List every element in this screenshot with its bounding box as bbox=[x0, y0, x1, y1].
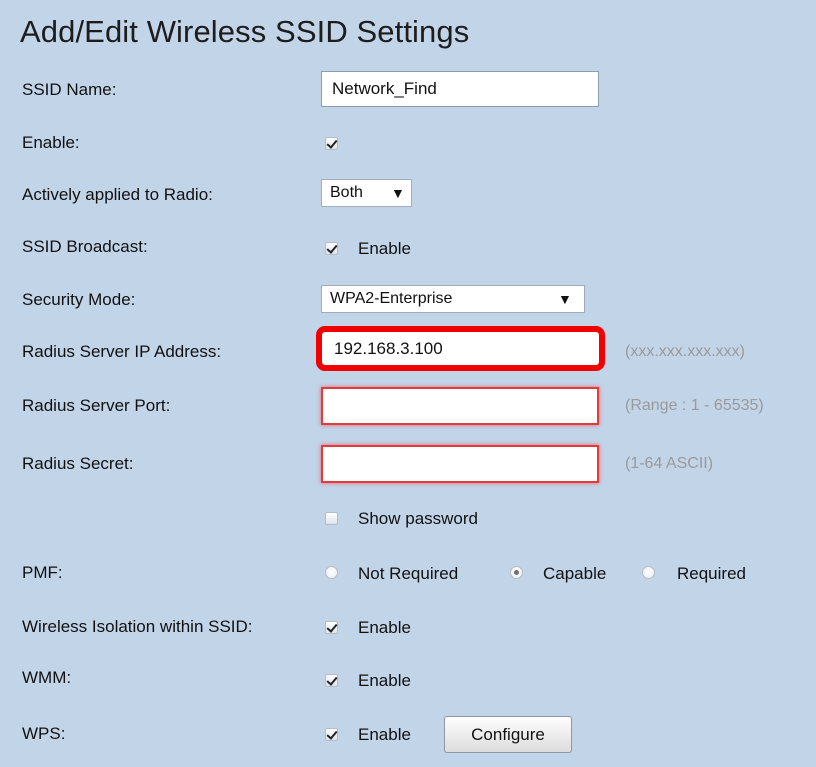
chevron-down-icon: ▼ bbox=[558, 291, 572, 307]
pmf-not-required-label: Not Required bbox=[358, 564, 459, 583]
radius-secret-hint: (1-64 ASCII) bbox=[625, 455, 714, 472]
pmf-label: PMF: bbox=[22, 563, 63, 582]
radius-ip-input[interactable] bbox=[316, 326, 605, 371]
ssid-broadcast-option-label: Enable bbox=[358, 239, 411, 258]
radius-port-hint: (Range : 1 - 65535) bbox=[625, 397, 764, 414]
wps-checkbox[interactable] bbox=[325, 728, 338, 741]
show-password-checkbox[interactable] bbox=[325, 512, 338, 525]
enable-checkbox[interactable] bbox=[325, 137, 338, 150]
radius-ip-label: Radius Server IP Address: bbox=[22, 342, 222, 361]
wireless-isolation-checkbox[interactable] bbox=[325, 621, 338, 634]
wmm-checkbox[interactable] bbox=[325, 674, 338, 687]
radius-secret-label: Radius Secret: bbox=[22, 454, 134, 473]
pmf-required-radio[interactable] bbox=[642, 566, 655, 579]
pmf-capable-radio[interactable] bbox=[510, 566, 523, 579]
radio-label: Actively applied to Radio: bbox=[22, 185, 213, 204]
chevron-down-icon: ▼ bbox=[391, 185, 405, 201]
wireless-ssid-settings-panel: Add/Edit Wireless SSID Settings SSID Nam… bbox=[0, 0, 816, 767]
ssid-broadcast-label: SSID Broadcast: bbox=[22, 237, 148, 256]
pmf-not-required-radio[interactable] bbox=[325, 566, 338, 579]
wps-label: WPS: bbox=[22, 724, 66, 743]
pmf-capable-label: Capable bbox=[543, 564, 607, 583]
ssid-name-input[interactable] bbox=[321, 71, 599, 107]
radius-secret-input[interactable] bbox=[321, 445, 599, 483]
security-mode-label: Security Mode: bbox=[22, 290, 136, 309]
radio-select-value: Both bbox=[330, 184, 363, 201]
radius-ip-hint: (xxx.xxx.xxx.xxx) bbox=[625, 343, 745, 360]
pmf-required-label: Required bbox=[677, 564, 746, 583]
wireless-isolation-option-label: Enable bbox=[358, 618, 411, 637]
radio-select[interactable]: Both ▼ bbox=[321, 179, 412, 207]
configure-button[interactable]: Configure bbox=[444, 716, 572, 753]
enable-label: Enable: bbox=[22, 133, 80, 152]
ssid-name-label: SSID Name: bbox=[22, 80, 117, 99]
wireless-isolation-label: Wireless Isolation within SSID: bbox=[22, 617, 253, 636]
security-mode-select-value: WPA2-Enterprise bbox=[330, 290, 453, 307]
ssid-broadcast-checkbox[interactable] bbox=[325, 242, 338, 255]
radius-port-input[interactable] bbox=[321, 387, 599, 425]
page-title: Add/Edit Wireless SSID Settings bbox=[20, 14, 470, 49]
show-password-label: Show password bbox=[358, 509, 479, 528]
wmm-option-label: Enable bbox=[358, 671, 411, 690]
wmm-label: WMM: bbox=[22, 668, 72, 687]
radius-port-label: Radius Server Port: bbox=[22, 396, 171, 415]
wps-option-label: Enable bbox=[358, 725, 411, 744]
security-mode-select[interactable]: WPA2-Enterprise ▼ bbox=[321, 285, 585, 313]
